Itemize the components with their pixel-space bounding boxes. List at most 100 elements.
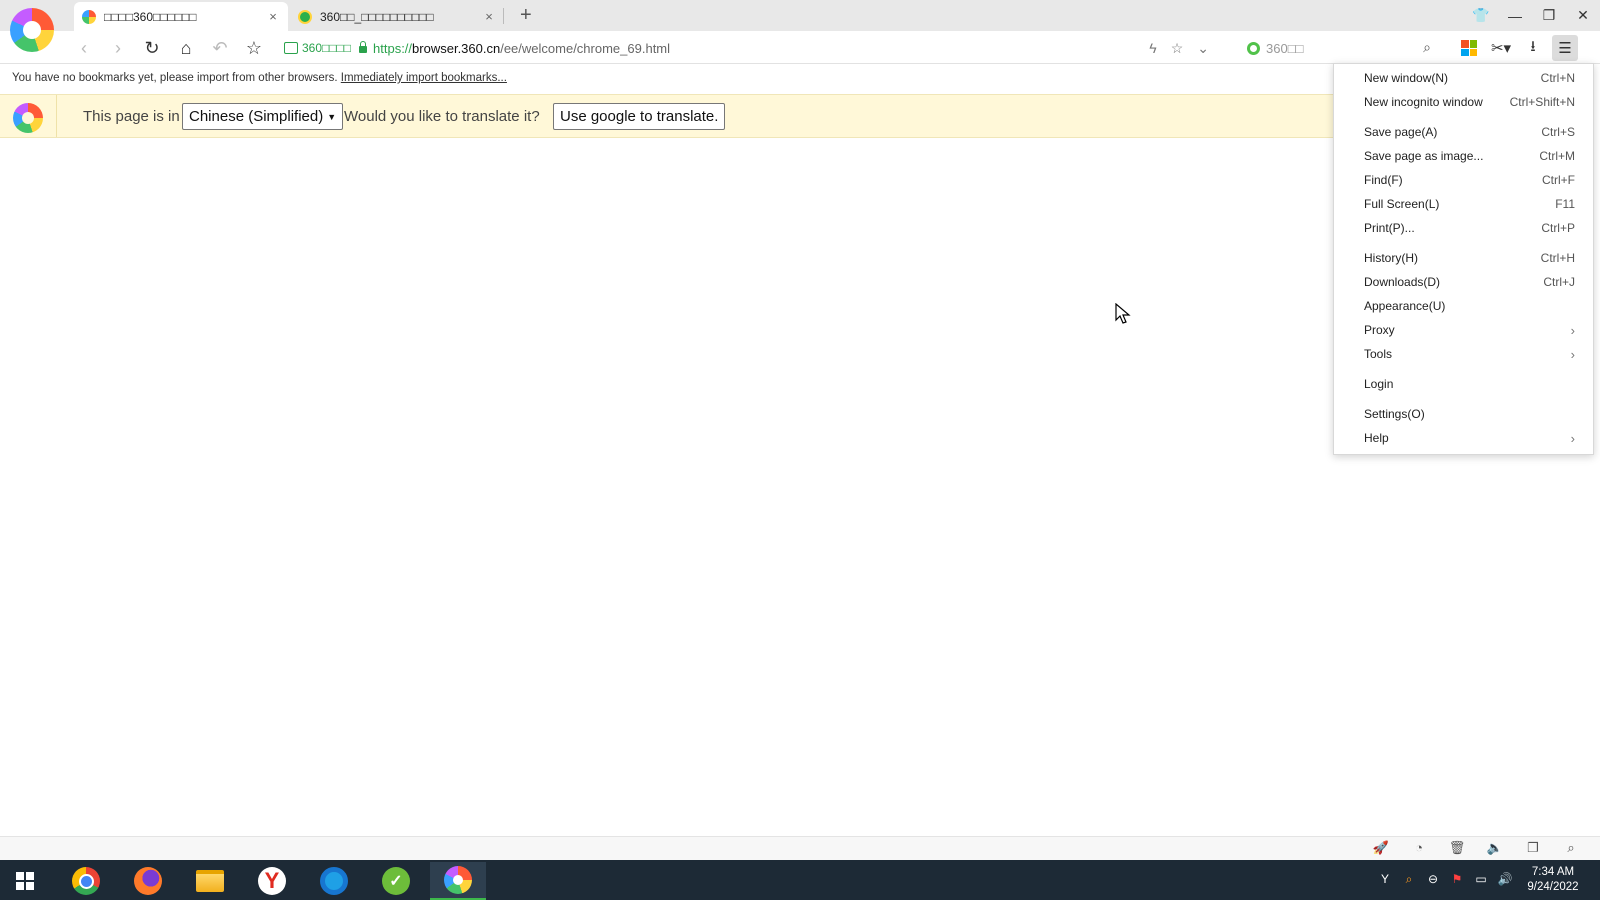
back-button[interactable]: ‹ <box>72 36 96 60</box>
apps-button[interactable] <box>1456 35 1482 61</box>
speaker-icon[interactable]: 🔈 <box>1486 840 1504 856</box>
windows-start-icon[interactable] <box>16 872 34 890</box>
bookmark-star-icon[interactable]: ☆ <box>1171 40 1184 57</box>
search-box[interactable]: 360□□ ⌕ <box>1247 35 1437 61</box>
clock[interactable]: 7:34 AM 9/24/2022 <box>1518 865 1588 895</box>
bookmarks-bar: You have no bookmarks yet, please import… <box>12 72 507 84</box>
menu-item-label: Print(P)... <box>1364 221 1415 235</box>
zoom-icon[interactable]: ⌕ <box>1562 840 1580 856</box>
forward-button[interactable]: › <box>106 36 130 60</box>
menu-item-shortcut: F11 <box>1555 197 1575 211</box>
chevron-down-icon[interactable]: ⌄ <box>1197 40 1209 57</box>
tab-label: 360□□_□□□□□□□□□□ <box>320 9 434 24</box>
menu-item-new-window[interactable]: New window(N) Ctrl+N <box>1334 67 1593 89</box>
360-browser-icon <box>444 866 472 894</box>
reload-button[interactable]: ↻ <box>140 36 164 60</box>
folder-icon <box>196 870 224 892</box>
address-bar[interactable]: 360□□□□ https:// browser.360.cn /ee/welc… <box>284 35 1219 61</box>
taskbar-app-360-browser[interactable] <box>430 862 486 900</box>
yandex-icon: Y <box>258 867 286 895</box>
url-path: /ee/welcome/chrome_69.html <box>500 40 671 56</box>
skin-icon[interactable]: 👕 <box>1464 0 1498 31</box>
menu-item-shortcut: Ctrl+J <box>1543 275 1575 289</box>
360-browser-logo[interactable] <box>10 8 54 52</box>
menu-item-save-page-as-image[interactable]: Save page as image... Ctrl+M <box>1334 145 1593 167</box>
speedometer-icon[interactable]: ◔ <box>1410 840 1428 856</box>
menu-item-find[interactable]: Find(F) Ctrl+F <box>1334 169 1593 191</box>
trash-icon[interactable]: 🗑 <box>1448 840 1466 856</box>
certificate-badge[interactable]: 360□□□□ <box>284 41 351 55</box>
network-icon[interactable]: ▭ <box>1474 872 1488 886</box>
tab-360-welcome[interactable]: □□□□360□□□□□□ × <box>74 2 288 31</box>
import-bookmarks-link[interactable]: Immediately import bookmarks... <box>341 72 507 84</box>
tab-divider <box>503 8 504 24</box>
menu-item-shortcut: Ctrl+H <box>1540 251 1575 265</box>
menu-item-full-screen[interactable]: Full Screen(L) F11 <box>1334 193 1593 215</box>
search-placeholder: 360□□ <box>1266 40 1304 56</box>
menu-item-downloads[interactable]: Downloads(D) Ctrl+J <box>1334 271 1593 293</box>
undo-close-tab-button[interactable]: ↶ <box>208 36 232 60</box>
menu-item-label: Full Screen(L) <box>1364 197 1440 211</box>
firefox-icon <box>134 867 162 895</box>
close-tab-icon[interactable]: × <box>482 9 496 24</box>
menu-item-proxy[interactable]: Proxy › <box>1334 319 1593 341</box>
menu-item-label: Proxy <box>1364 323 1395 337</box>
close-window-button[interactable]: ✕ <box>1566 0 1600 31</box>
taskbar-app-360doc[interactable]: ✓ <box>368 862 424 900</box>
menu-item-label: Settings(O) <box>1364 407 1425 421</box>
translate-question: Would you like to translate it? <box>344 108 540 125</box>
google-translate-button[interactable]: Use google to translate. <box>553 103 726 130</box>
lightning-icon[interactable]: ϟ <box>1149 40 1156 56</box>
menu-item-print[interactable]: Print(P)... Ctrl+P <box>1334 217 1593 239</box>
close-tab-icon[interactable]: × <box>266 9 280 24</box>
new-tab-button[interactable]: + <box>520 4 532 26</box>
menu-item-shortcut: Ctrl+N <box>1540 71 1575 85</box>
main-menu-button[interactable]: ☰ <box>1552 35 1578 61</box>
taskbar: Y ✓ Y ⌕ ⊖ ⚑ ▭ 🔊 7:34 AM 9/24/2022 <box>0 860 1600 900</box>
search-icon[interactable]: ⌕ <box>1423 39 1431 56</box>
menu-item-tools[interactable]: Tools › <box>1334 343 1593 365</box>
taskbar-app-edge[interactable] <box>306 862 362 900</box>
menu-item-login[interactable]: Login <box>1334 373 1593 395</box>
menu-item-label: Downloads(D) <box>1364 275 1441 289</box>
title-bar: □□□□360□□□□□□ × 360□□_□□□□□□□□□□ × + 👕 —… <box>0 0 1600 31</box>
clock-time: 7:34 AM <box>1531 866 1575 878</box>
home-button[interactable]: ⌂ <box>174 36 198 60</box>
menu-item-shortcut: Ctrl+Shift+N <box>1509 95 1575 109</box>
tab-360doc[interactable]: 360□□_□□□□□□□□□□ × <box>290 2 504 31</box>
apps-grid-icon <box>1461 40 1477 56</box>
language-value: Chinese (Simplified) <box>189 108 324 125</box>
menu-item-label: Save page as image... <box>1364 149 1484 163</box>
url-host: browser.360.cn <box>412 40 501 56</box>
certificate-icon <box>284 42 298 54</box>
restore-button[interactable]: ❐ <box>1532 0 1566 31</box>
download-button[interactable]: ⭳ <box>1520 35 1546 61</box>
taskbar-app-yandex[interactable]: Y <box>244 862 300 900</box>
tab-label: □□□□360□□□□□□ <box>104 9 197 24</box>
screenshot-scissors-button[interactable]: ✂▾ <box>1488 35 1514 61</box>
menu-item-label: Find(F) <box>1364 173 1403 187</box>
menu-item-settings[interactable]: Settings(O) <box>1334 403 1593 425</box>
menu-item-history[interactable]: History(H) Ctrl+H <box>1334 247 1593 269</box>
favorite-star-button[interactable]: ☆ <box>242 36 266 60</box>
language-select[interactable]: Chinese (Simplified) ▼ <box>182 103 344 130</box>
menu-item-save-page[interactable]: Save page(A) Ctrl+S <box>1334 121 1593 143</box>
translate-prefix: This page is in <box>83 108 180 125</box>
taskbar-app-chrome[interactable] <box>58 862 114 900</box>
taskbar-app-file-explorer[interactable] <box>182 862 238 900</box>
menu-item-new-incognito-window[interactable]: New incognito window Ctrl+Shift+N <box>1334 91 1593 113</box>
menu-item-appearance[interactable]: Appearance(U) <box>1334 295 1593 317</box>
menu-item-help[interactable]: Help › <box>1334 427 1593 449</box>
search-tray-icon[interactable]: ⌕ <box>1402 872 1416 886</box>
window-icon[interactable]: ❐ <box>1524 840 1542 856</box>
minus-circle-icon[interactable]: ⊖ <box>1426 872 1440 886</box>
yandex-tray-icon[interactable]: Y <box>1378 872 1392 886</box>
volume-icon[interactable]: 🔊 <box>1498 872 1513 886</box>
clock-date: 9/24/2022 <box>1527 881 1579 893</box>
chevron-right-icon: › <box>1570 322 1575 338</box>
flag-icon[interactable]: ⚑ <box>1450 872 1464 886</box>
360-search-icon <box>1247 41 1260 55</box>
taskbar-app-firefox[interactable] <box>120 862 176 900</box>
rocket-icon[interactable]: 🚀 <box>1372 840 1390 856</box>
minimize-button[interactable]: — <box>1498 0 1532 31</box>
